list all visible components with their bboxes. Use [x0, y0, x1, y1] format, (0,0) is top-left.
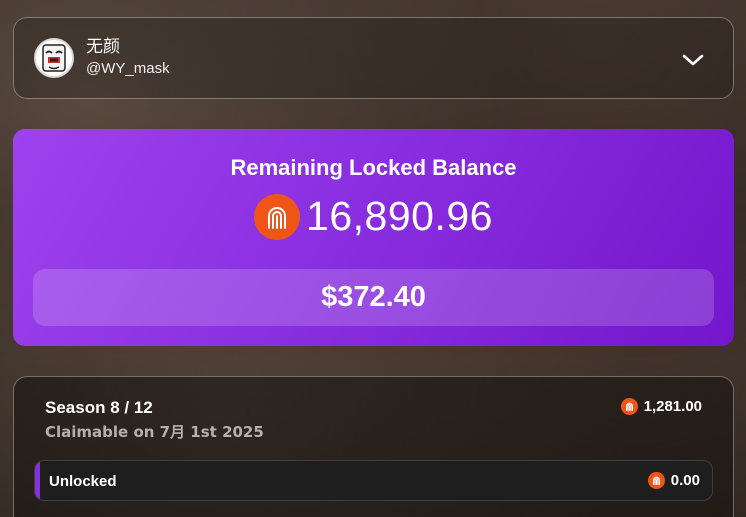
account-selector[interactable]: 无颜 @WY_mask: [13, 17, 734, 99]
season-reward-value: 1,281.00: [643, 398, 702, 415]
usd-value-box: $372.40: [33, 269, 714, 326]
balance-title: Remaining Locked Balance: [230, 155, 517, 180]
unlocked-amount: 0.00: [647, 472, 700, 489]
season-card: Season 8 / 12 Claimable on 7月 1st 2025 1…: [13, 376, 734, 517]
unlocked-progress-bar: [35, 461, 40, 500]
locked-balance-card: Remaining Locked Balance 16,890.96 $372.…: [13, 129, 734, 346]
season-reward: 1,281.00: [620, 398, 702, 415]
locked-balance-amount: 16,890.96: [306, 193, 493, 239]
display-name: 无颜: [86, 37, 120, 57]
usd-value: $372.40: [321, 281, 426, 313]
claimable-date: Claimable on 7月 1st 2025: [45, 423, 264, 441]
fingerprint-token-icon: [254, 193, 301, 240]
unlocked-row: Unlocked 0.00: [34, 460, 713, 501]
unlocked-label: Unlocked: [49, 473, 117, 490]
fingerprint-token-icon: [620, 398, 638, 415]
chevron-down-icon[interactable]: [681, 48, 705, 72]
balance-amount-row: 16,890.96: [254, 193, 493, 240]
fingerprint-token-icon: [647, 472, 665, 489]
unlocked-value: 0.00: [670, 472, 700, 489]
user-avatar: [34, 38, 74, 78]
user-handle: @WY_mask: [86, 60, 170, 77]
season-title: Season 8 / 12: [45, 398, 153, 417]
mask-avatar-icon: [42, 44, 66, 72]
